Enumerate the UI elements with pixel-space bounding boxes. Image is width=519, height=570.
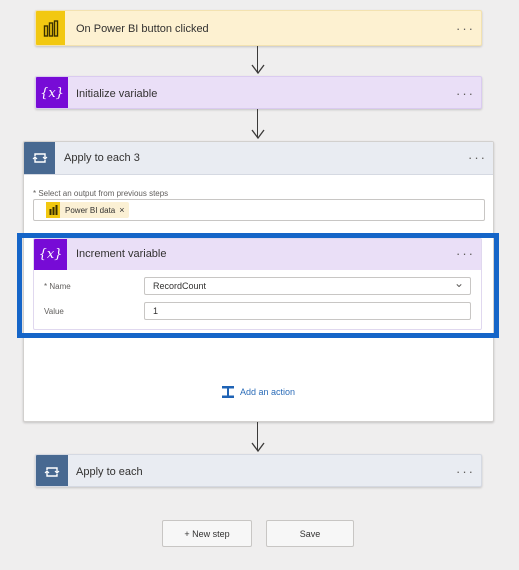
value-field-label: Value (44, 307, 64, 316)
initialize-variable-title: Initialize variable (76, 88, 158, 100)
power-bi-icon (36, 11, 65, 45)
connector-arrow (251, 422, 265, 454)
loop-icon (36, 455, 68, 486)
increment-variable-header[interactable]: {x} Increment variable ··· (34, 239, 481, 270)
initialize-variable-menu-button[interactable]: ··· (456, 86, 475, 101)
power-bi-token-label: Power BI data (65, 205, 116, 215)
token-remove-icon[interactable]: × (119, 205, 124, 215)
power-bi-token-icon (46, 202, 60, 218)
save-button[interactable]: Save (266, 520, 354, 547)
value-input-text: 1 (153, 306, 159, 316)
apply-to-each-title: Apply to each (76, 466, 143, 478)
power-bi-data-token[interactable]: Power BI data × (46, 202, 129, 218)
variable-icon: {x} (34, 239, 67, 270)
variable-icon: {x} (36, 77, 68, 108)
loop-icon (24, 142, 55, 174)
trigger-card[interactable]: On Power BI button clicked ··· (35, 10, 482, 46)
increment-variable-title: Increment variable (76, 248, 167, 260)
apply-to-each-3-title: Apply to each 3 (64, 152, 140, 164)
apply-to-each-card[interactable]: Apply to each ··· (35, 454, 482, 487)
select-output-label: * Select an output from previous steps (33, 189, 169, 198)
select-output-field[interactable]: Power BI data × (33, 199, 485, 221)
increment-variable-card: {x} Increment variable ··· * Name Record… (33, 238, 482, 330)
new-step-button[interactable]: + New step (162, 520, 252, 547)
name-select-value: RecordCount (153, 281, 207, 291)
apply-to-each-menu-button[interactable]: ··· (456, 464, 475, 479)
chevron-down-icon: ⌄ (453, 276, 464, 290)
connector-arrow (251, 46, 265, 76)
apply-to-each-3-menu-button[interactable]: ··· (468, 150, 487, 165)
apply-to-each-3-header[interactable]: Apply to each 3 ··· (24, 142, 493, 175)
add-action-icon (221, 385, 235, 399)
value-input[interactable]: 1 (144, 302, 471, 320)
trigger-title: On Power BI button clicked (76, 23, 209, 35)
increment-variable-menu-button[interactable]: ··· (456, 246, 475, 261)
initialize-variable-card[interactable]: {x} Initialize variable ··· (35, 76, 482, 109)
trigger-menu-button[interactable]: ··· (456, 21, 475, 36)
name-field-label: * Name (44, 282, 71, 291)
connector-arrow (251, 109, 265, 141)
add-action-label: Add an action (240, 387, 296, 397)
add-action-link[interactable]: Add an action (221, 384, 295, 400)
name-select[interactable]: RecordCount ⌄ (144, 276, 471, 295)
